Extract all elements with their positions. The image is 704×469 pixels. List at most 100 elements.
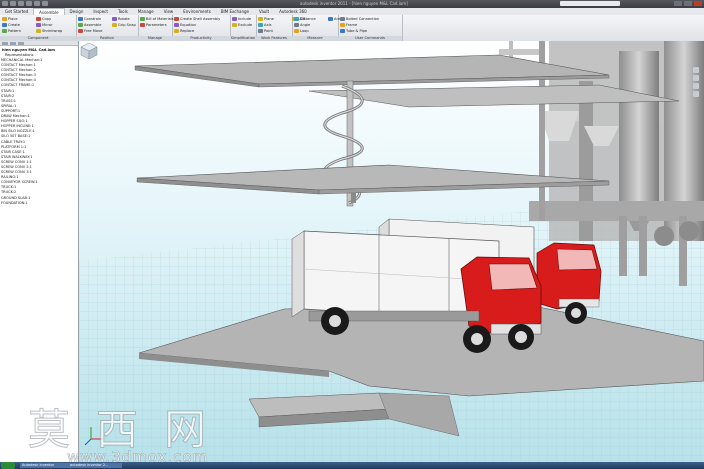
command-icon <box>36 23 41 27</box>
orbit-icon[interactable] <box>693 83 699 89</box>
window-title: autodesk inventor 2011 - [hien nguyen M&… <box>300 1 408 6</box>
ribbon-panel-simplification: Include Exclude Simplification <box>230 15 257 41</box>
command-icon <box>78 23 83 27</box>
tab-vault[interactable]: Vault <box>254 8 274 15</box>
taskbar-item[interactable]: autodesk inventor 2... <box>68 463 122 468</box>
pan-icon[interactable] <box>693 67 699 73</box>
command-icon <box>2 29 7 33</box>
find-icon[interactable] <box>10 42 16 45</box>
ribbon-button-rotate[interactable]: Rotate <box>112 17 130 21</box>
command-icon <box>36 29 41 33</box>
command-icon <box>78 29 83 33</box>
zoom-icon[interactable] <box>693 75 699 81</box>
ribbon-button-label: Grip Snap <box>118 23 136 27</box>
new-icon[interactable] <box>10 1 16 6</box>
ribbon-button-copy[interactable]: Copy <box>36 17 51 21</box>
command-icon <box>2 23 7 27</box>
ribbon-button-label: Replace <box>180 29 195 33</box>
ribbon-button-label: Include <box>238 17 252 21</box>
viewcube-icon[interactable] <box>79 41 99 61</box>
command-icon <box>340 29 345 33</box>
ribbon-button-frame[interactable]: Frame <box>340 23 357 27</box>
ribbon-button-label: Constrain <box>84 17 102 21</box>
ribbon-button-pattern[interactable]: Pattern <box>2 29 21 33</box>
ribbon-button-replace[interactable]: Replace <box>174 29 194 33</box>
ribbon-button-label: Frame <box>346 23 358 27</box>
tab-bim-exchange[interactable]: BIM Exchange <box>216 8 254 15</box>
redo-icon[interactable] <box>42 1 48 6</box>
ribbon-button-label: Copy <box>42 17 52 21</box>
start-button[interactable] <box>1 462 15 469</box>
tab-autodesk-360[interactable]: Autodesk 360 <box>274 8 312 15</box>
ribbon-button-label: Shrinkwrap <box>42 29 63 33</box>
ribbon-button-bolted-connection[interactable]: Bolted Connection <box>340 17 379 21</box>
ribbon-button-include[interactable]: Include <box>232 17 251 21</box>
ribbon-button-free-move[interactable]: Free Move <box>78 29 102 33</box>
tab-view[interactable]: View <box>159 8 179 15</box>
command-icon <box>112 23 117 27</box>
ribbon-button-loop[interactable]: Loop <box>294 29 309 33</box>
command-icon <box>2 17 7 21</box>
browser-node[interactable]: FOUNDATION:1 <box>1 201 77 206</box>
tab-design[interactable]: Design <box>65 8 89 15</box>
tab-tools[interactable]: Tools <box>113 8 133 15</box>
ribbon-button-bill-of-materials[interactable]: Bill of Materials <box>140 17 174 21</box>
ribbon-button-shrinkwrap[interactable]: Shrinkwrap <box>36 29 62 33</box>
ribbon-button-assemble[interactable]: Assemble <box>78 23 101 27</box>
browser-toolbar <box>0 41 78 46</box>
ribbon-button-place[interactable]: Place <box>2 17 18 21</box>
ribbon-button-create[interactable]: Create <box>2 23 20 27</box>
minimize-button[interactable] <box>674 1 682 6</box>
undo-icon[interactable] <box>34 1 40 6</box>
ribbon-panel-measure: Distance Angle Loop Area Measure <box>292 15 342 41</box>
help-search-input[interactable] <box>560 1 620 6</box>
save-icon[interactable] <box>26 1 32 6</box>
browser-root[interactable]: hien nguyen M&L Cad.iam <box>2 48 55 52</box>
ribbon-button-tube-pipe[interactable]: Tube & Pipe <box>340 29 367 33</box>
ribbon-button-label: Create Shell Assembly <box>180 17 221 21</box>
ribbon-panel-work-features: Plane Axis Point UCS Work Features <box>256 15 305 41</box>
ribbon-button-distance[interactable]: Distance <box>294 17 316 21</box>
ribbon-button-parameters[interactable]: Parameters <box>140 23 167 27</box>
command-icon <box>78 17 83 21</box>
expand-icon[interactable] <box>18 42 24 45</box>
filter-icon[interactable] <box>2 42 8 45</box>
close-button[interactable] <box>694 1 702 6</box>
app-menu-icon[interactable] <box>2 1 8 6</box>
browser-representations[interactable]: Representations <box>5 53 33 57</box>
command-icon <box>328 17 333 21</box>
ribbon-button-point[interactable]: Point <box>258 29 273 33</box>
ribbon-button-angle[interactable]: Angle <box>294 23 310 27</box>
tab-environments[interactable]: Environments <box>178 8 216 15</box>
os-taskbar: Autodesk Inventor autodesk inventor 2... <box>0 462 704 469</box>
ribbon-button-constrain[interactable]: Constrain <box>78 17 101 21</box>
ribbon-button-create-shell-assembly[interactable]: Create Shell Assembly <box>174 17 220 21</box>
browser-tree: MECHANICAL Mechan:1 CONTACT Mechan:1 CONTA… <box>1 58 77 206</box>
ribbon-button-label: Distance <box>300 17 316 21</box>
command-icon <box>258 17 263 21</box>
title-bar: autodesk inventor 2011 - [hien nguyen M&… <box>0 0 704 8</box>
ribbon-button-exclude[interactable]: Exclude <box>232 23 252 27</box>
tab-manage[interactable]: Manage <box>133 8 159 15</box>
tab-get-started[interactable]: Get Started <box>0 8 33 15</box>
tab-inspect[interactable]: Inspect <box>88 8 113 15</box>
quick-access-toolbar[interactable] <box>2 1 48 7</box>
ribbon-panel-productivity: Create Shell Assembly Equation Replace Prod… <box>172 15 231 41</box>
ribbon-button-equation[interactable]: Equation <box>174 23 196 27</box>
command-icon <box>174 23 179 27</box>
look-at-icon[interactable] <box>693 91 699 97</box>
ribbon-panel-position: Constrain Assemble Free Move Rotate Grip Sna… <box>76 15 139 41</box>
ribbon-button-plane[interactable]: Plane <box>258 17 274 21</box>
open-icon[interactable] <box>18 1 24 6</box>
command-icon <box>294 23 299 27</box>
ribbon-button-label: Create <box>8 23 20 27</box>
taskbar-item[interactable]: Autodesk Inventor <box>20 463 68 468</box>
window-controls <box>674 1 702 6</box>
navigation-bar <box>693 67 699 107</box>
maximize-button[interactable] <box>684 1 692 6</box>
ribbon-button-label: Assemble <box>84 23 102 27</box>
ribbon-button-axis[interactable]: Axis <box>258 23 271 27</box>
ribbon-button-mirror[interactable]: Mirror <box>36 23 53 27</box>
ribbon-button-label: Angle <box>300 23 311 27</box>
ribbon-button-grip-snap[interactable]: Grip Snap <box>112 23 136 27</box>
